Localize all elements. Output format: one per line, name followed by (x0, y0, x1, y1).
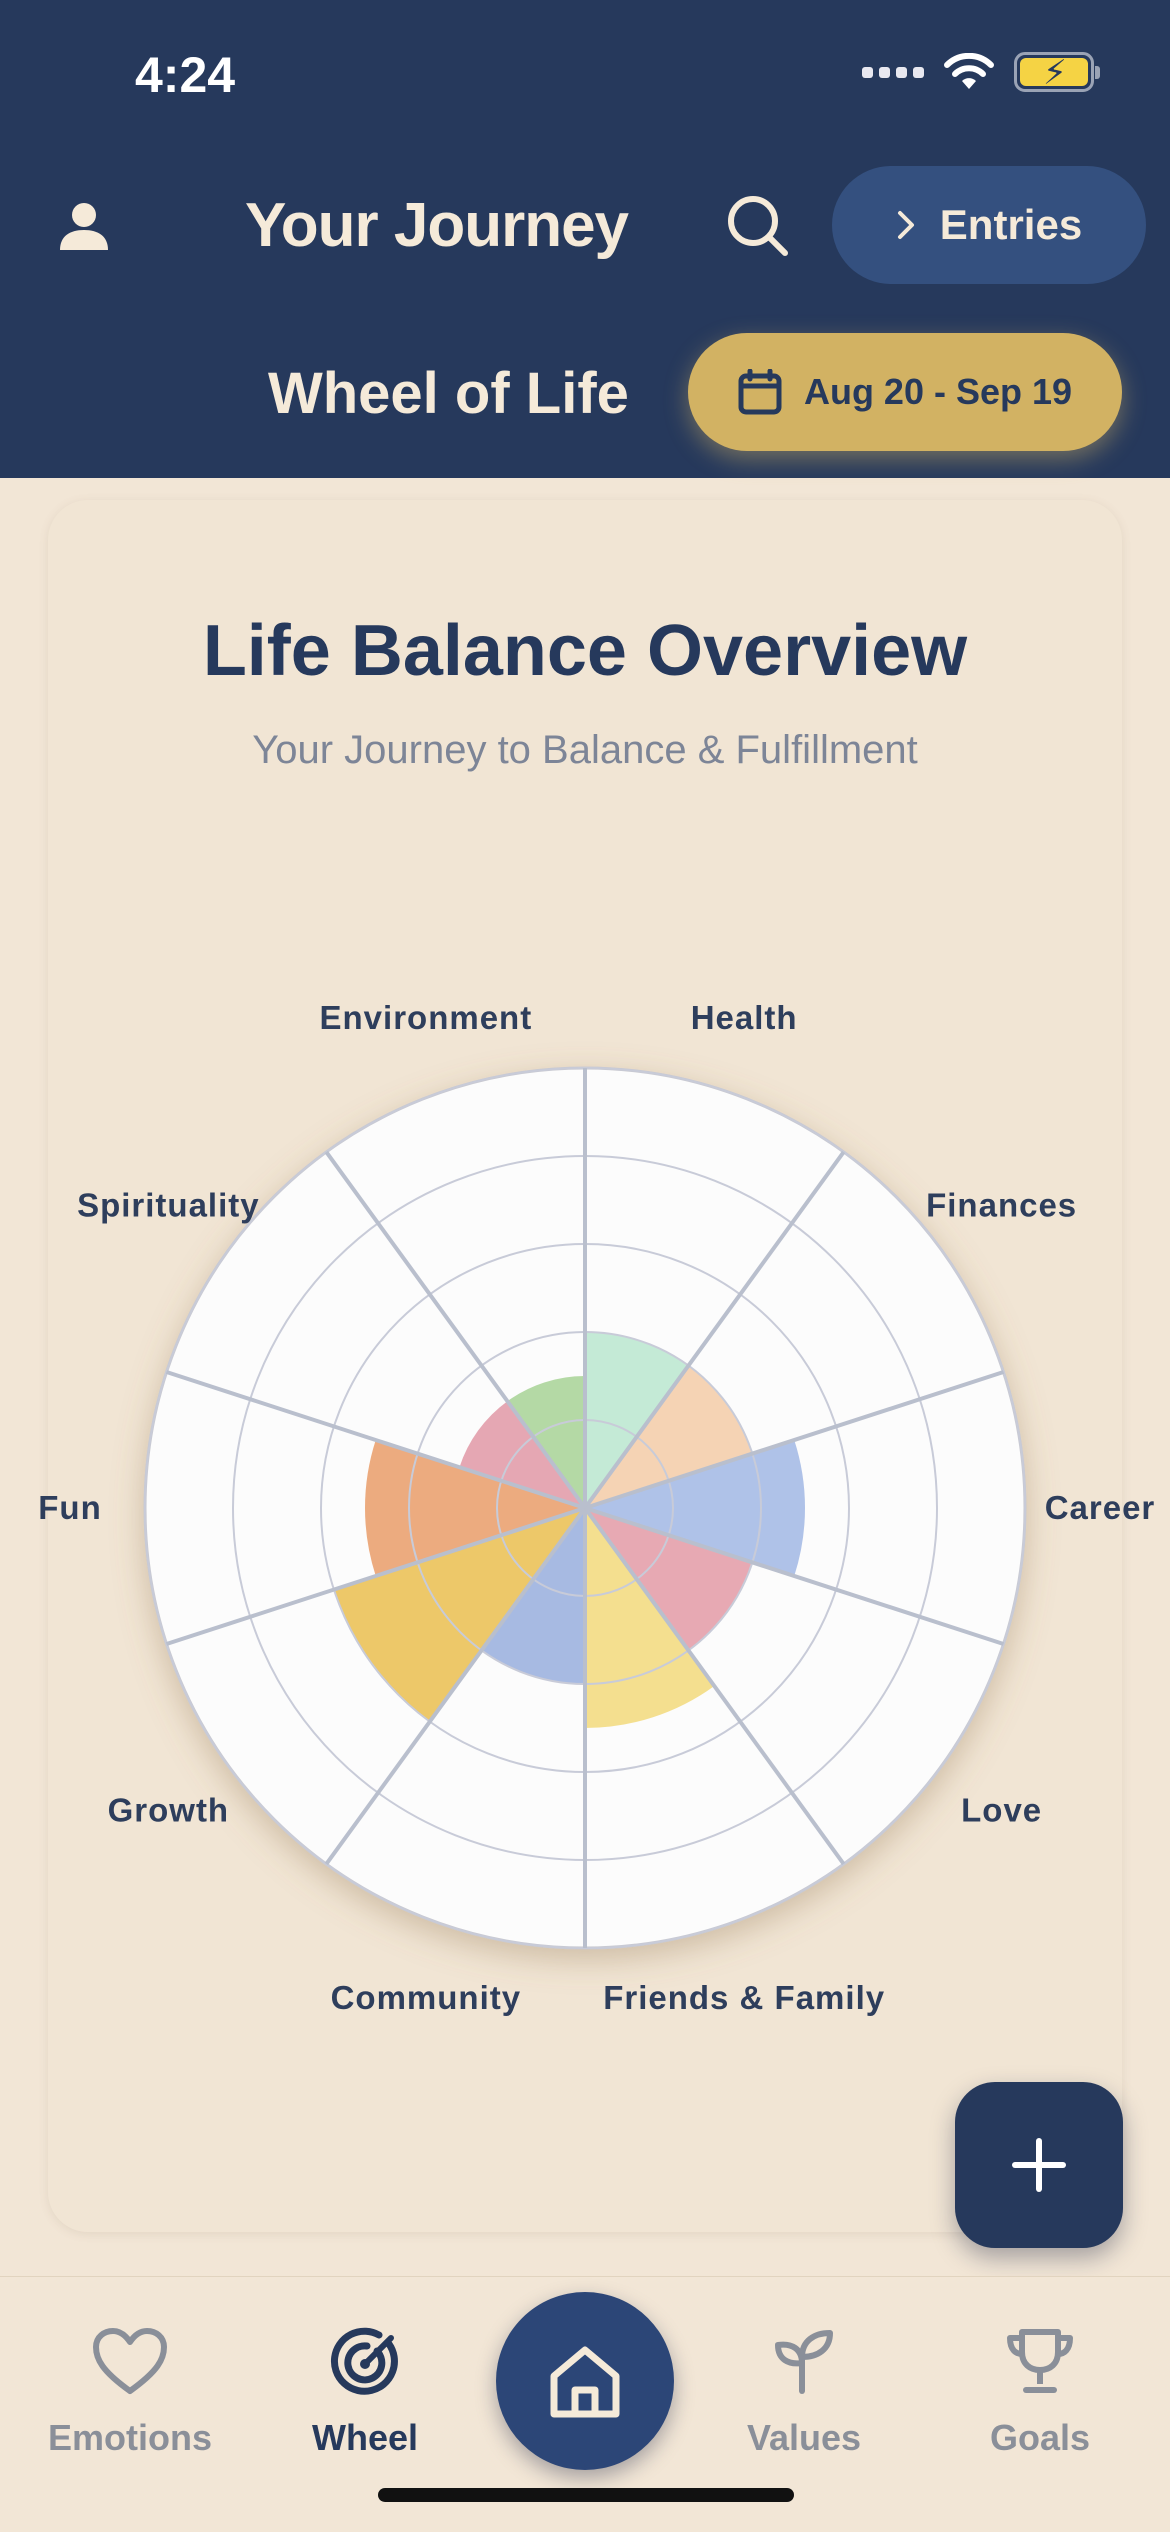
nav-item-goals[interactable]: Goals (920, 2321, 1160, 2459)
target-icon (330, 2327, 398, 2395)
wheel-label-finances: Finances (926, 1186, 1077, 1223)
home-button[interactable] (496, 2292, 674, 2470)
nav-item-wheel[interactable]: Wheel (245, 2321, 485, 2459)
nav-label-wheel: Wheel (311, 2417, 418, 2458)
wheel-label-love: Love (961, 1792, 1042, 1829)
plus-icon (1012, 2138, 1066, 2192)
wheel-label-growth: Growth (108, 1792, 229, 1829)
nav-label-goals: Goals (989, 2417, 1091, 2458)
nav-item-emotions[interactable]: Emotions (10, 2321, 250, 2459)
wheel-of-life-chart[interactable]: Health Finances Career Love Friends & Family… (0, 0, 1170, 2100)
add-entry-button[interactable] (955, 2082, 1123, 2248)
home-icon (550, 2346, 620, 2418)
home-indicator (378, 2488, 794, 2502)
wheel-label-community: Community (331, 1979, 522, 2016)
wheel-label-friends-family: Friends & Family (603, 1979, 885, 2016)
wheel-label-career: Career (1045, 1489, 1156, 1526)
nav-label-values: Values (746, 2417, 862, 2458)
heart-icon (93, 2328, 167, 2394)
nav-item-values[interactable]: Values (684, 2321, 924, 2459)
nav-label-emotions: Emotions (47, 2417, 212, 2458)
wheel-label-fun: Fun (38, 1489, 101, 1526)
wheel-label-spirituality: Spirituality (77, 1186, 260, 1223)
sprout-icon (775, 2330, 833, 2394)
trophy-icon (1007, 2329, 1073, 2393)
wheel-label-environment: Environment (320, 999, 533, 1036)
wheel-label-health: Health (691, 999, 798, 1036)
